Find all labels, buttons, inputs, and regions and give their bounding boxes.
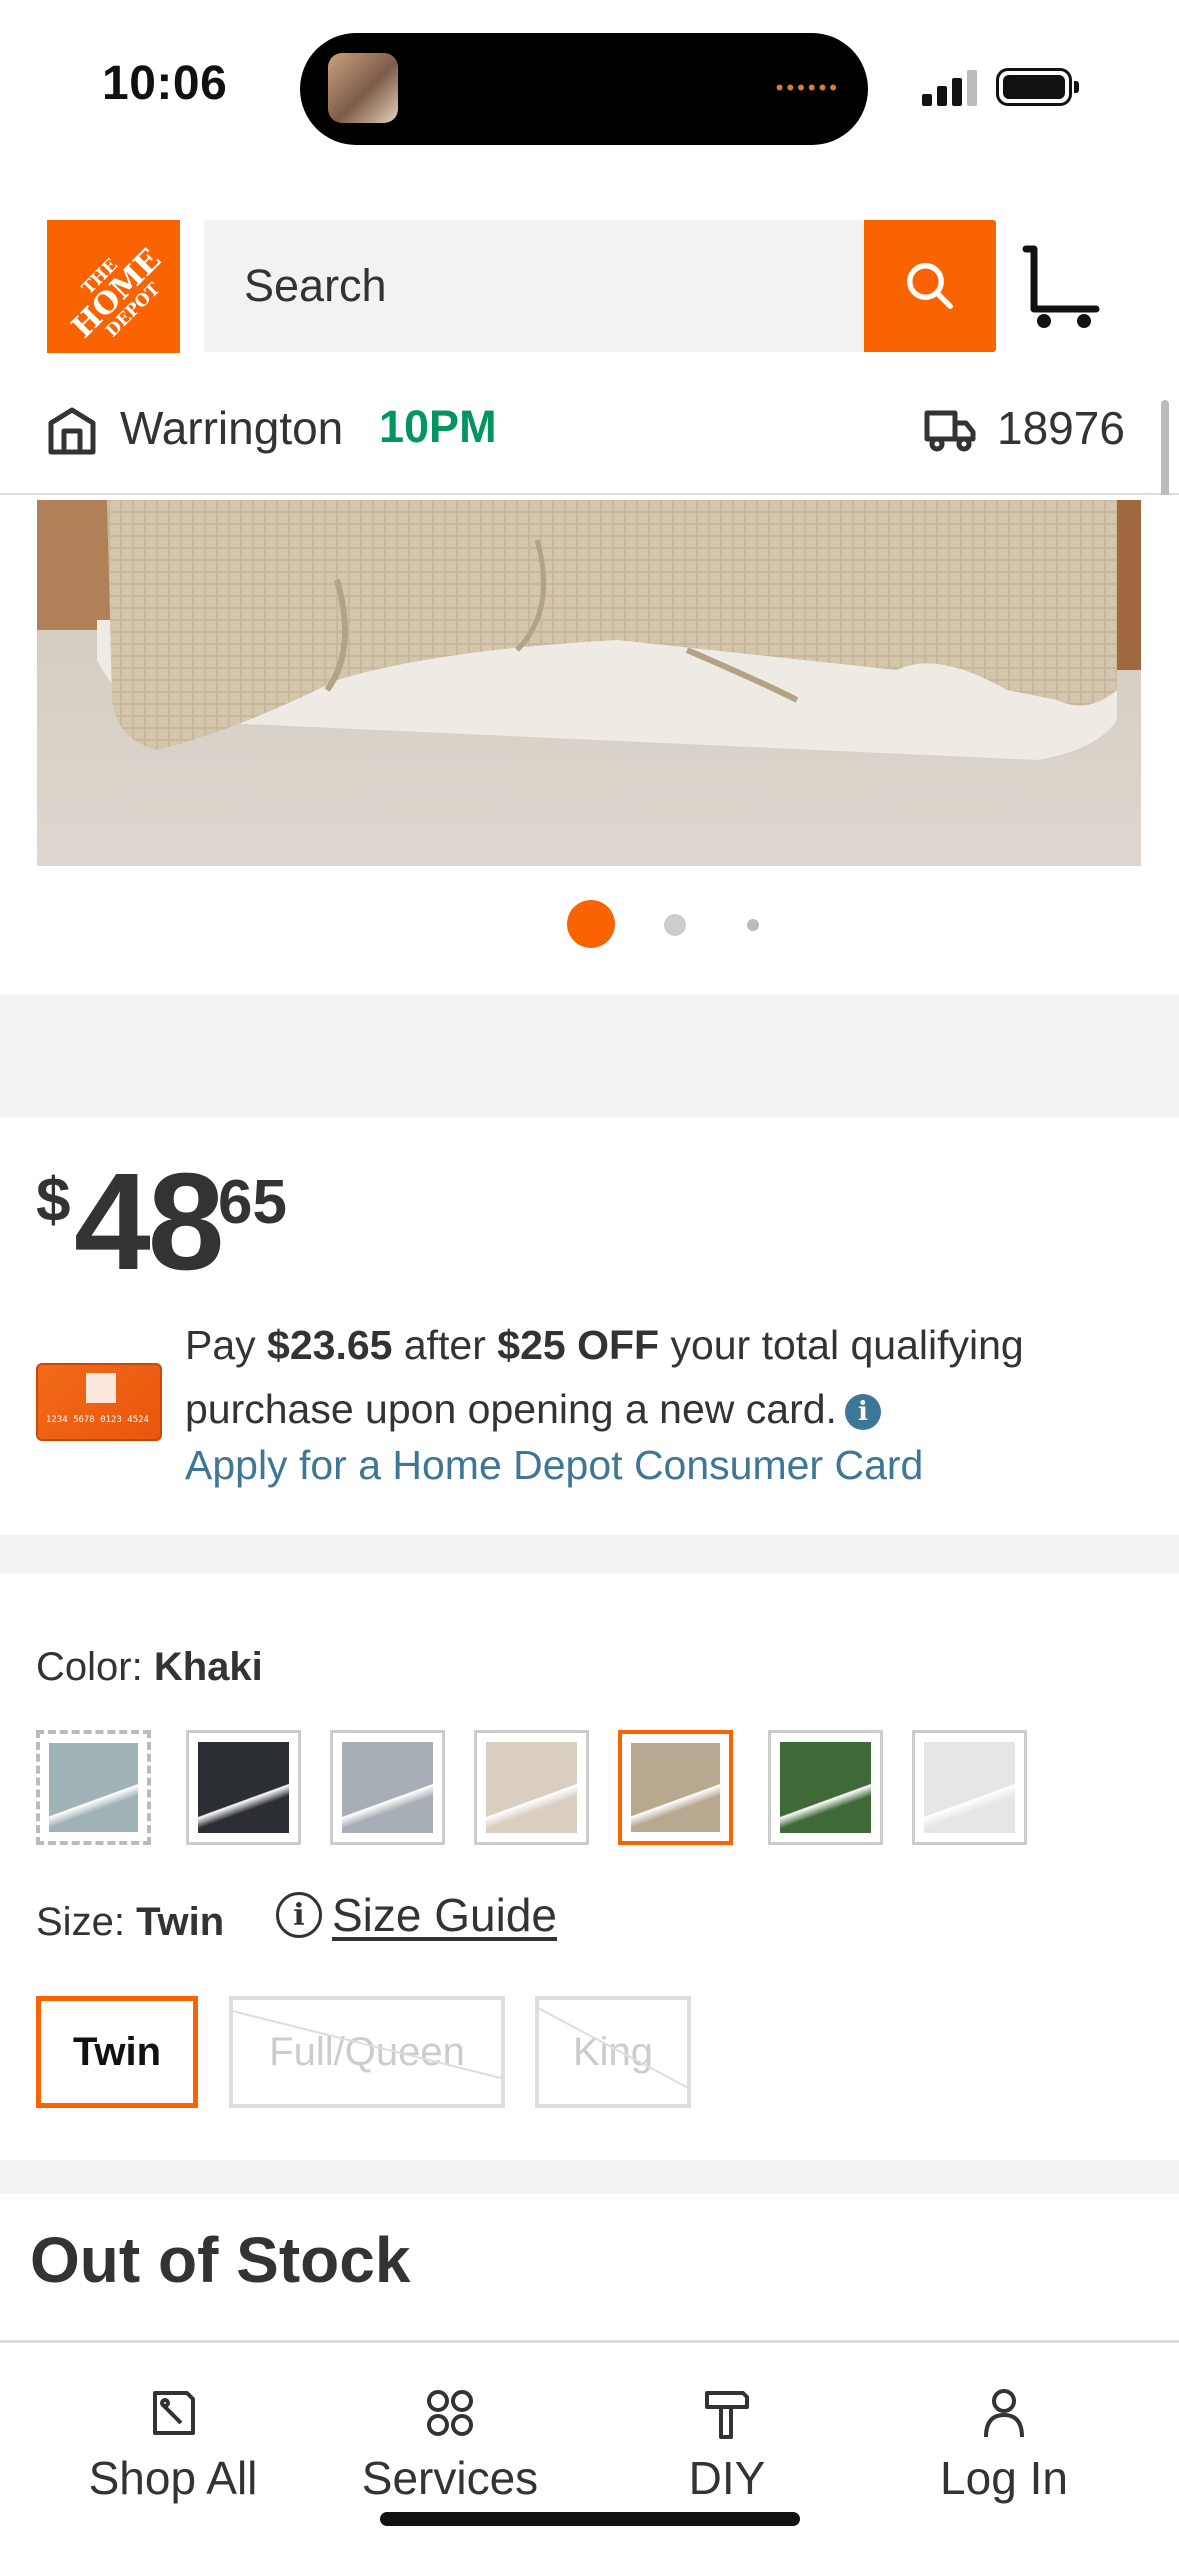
- clock: 10:06: [102, 57, 228, 110]
- credit-card-image: 1234 5678 0123 4524: [36, 1363, 162, 1441]
- swatch-fill: [924, 1742, 1015, 1833]
- carousel-dot-2[interactable]: [664, 914, 686, 936]
- size-option-king[interactable]: King: [535, 1996, 691, 2108]
- color-swatch-green[interactable]: [768, 1730, 883, 1845]
- price-currency: $: [36, 1166, 71, 1235]
- swatch-fill: [342, 1742, 433, 1833]
- color-swatch-khaki[interactable]: [618, 1730, 733, 1845]
- price-dollars: 48: [74, 1145, 224, 1299]
- product-image[interactable]: [37, 500, 1141, 866]
- size-option-twin[interactable]: Twin: [36, 1996, 198, 2108]
- delivery-zip[interactable]: 18976: [997, 401, 1125, 455]
- carousel-dot-1[interactable]: [567, 900, 615, 948]
- nav-services[interactable]: Services: [330, 2383, 570, 2505]
- grid-dots-icon: [427, 2390, 473, 2436]
- color-label: Color: Khaki: [36, 1645, 263, 1689]
- price-cents: 65: [218, 1168, 287, 1237]
- activity-dots-icon: ••••••: [775, 75, 840, 100]
- user-icon: [984, 2389, 1024, 2438]
- color-swatch-gray[interactable]: [330, 1730, 445, 1845]
- search-input[interactable]: [204, 220, 864, 352]
- store-name[interactable]: Warrington: [120, 401, 343, 455]
- swatch-fill: [198, 1742, 289, 1833]
- nav-diy[interactable]: DIY: [607, 2383, 847, 2505]
- swatch-fill: [780, 1742, 871, 1833]
- carousel-dot-3[interactable]: [747, 919, 759, 931]
- dynamic-island: ••••••: [300, 33, 868, 145]
- site-header: THE HOME DEPOT Warrington 10PM 18976: [0, 175, 1179, 495]
- hammer-icon: [705, 2391, 749, 2439]
- color-swatch-white[interactable]: [912, 1730, 1027, 1845]
- color-swatch-black[interactable]: [186, 1730, 301, 1845]
- search-button[interactable]: [864, 220, 996, 352]
- tag-icon: [153, 2391, 195, 2435]
- swatch-fill: [49, 1743, 138, 1832]
- stock-status: Out of Stock: [30, 2224, 411, 2296]
- color-swatch-natural[interactable]: [474, 1730, 589, 1845]
- apply-card-link[interactable]: Apply for a Home Depot Consumer Card: [185, 1442, 923, 1489]
- home-depot-logo[interactable]: THE HOME DEPOT: [47, 220, 180, 353]
- search-icon: [907, 263, 953, 309]
- nav-log-in[interactable]: Log In: [884, 2383, 1124, 2505]
- cellular-signal-icon: [922, 70, 978, 106]
- home-indicator[interactable]: [380, 2512, 800, 2526]
- info-icon[interactable]: i: [844, 1394, 881, 1431]
- search-field[interactable]: [204, 220, 864, 352]
- now-playing-thumbnail: [328, 53, 398, 123]
- size-label: Size: Twin: [36, 1900, 225, 1944]
- section-divider: [0, 1535, 1179, 1573]
- color-swatch-blue-gray[interactable]: [36, 1730, 151, 1845]
- battery-icon: [996, 68, 1079, 106]
- size-option-full-queen[interactable]: Full/Queen: [229, 1996, 505, 2108]
- store-icon[interactable]: [46, 405, 98, 457]
- store-closing-time: 10PM: [379, 401, 497, 452]
- swatch-fill: [631, 1743, 720, 1832]
- nav-shop-all[interactable]: Shop All: [53, 2383, 293, 2505]
- card-logo-icon: [86, 1373, 116, 1403]
- swatch-fill: [486, 1742, 577, 1833]
- size-guide-link[interactable]: i Size Guide: [276, 1888, 557, 1942]
- price-section: $ 48 65 1234 5678 0123 4524 Pay $23.65 a…: [0, 1117, 1179, 1535]
- card-promo-text: Pay $23.65 after $25 OFF your total qual…: [185, 1322, 1024, 1432]
- selected-size: Twin: [136, 1900, 225, 1944]
- section-divider: [0, 995, 1179, 1117]
- product-options: Color: Khaki Size: Twin i Size Guide Twi…: [0, 1573, 1179, 2160]
- carousel-pagination: [0, 900, 1179, 950]
- store-bar: Warrington 10PM 18976: [0, 385, 1179, 495]
- section-divider: [0, 2160, 1179, 2194]
- delivery-truck-icon[interactable]: [924, 407, 976, 453]
- cart-icon[interactable]: [1020, 243, 1100, 333]
- product-image-carousel: [0, 495, 1179, 995]
- status-bar: 10:06 ••••••: [0, 0, 1179, 175]
- selected-color: Khaki: [153, 1645, 263, 1689]
- info-icon: i: [276, 1892, 322, 1938]
